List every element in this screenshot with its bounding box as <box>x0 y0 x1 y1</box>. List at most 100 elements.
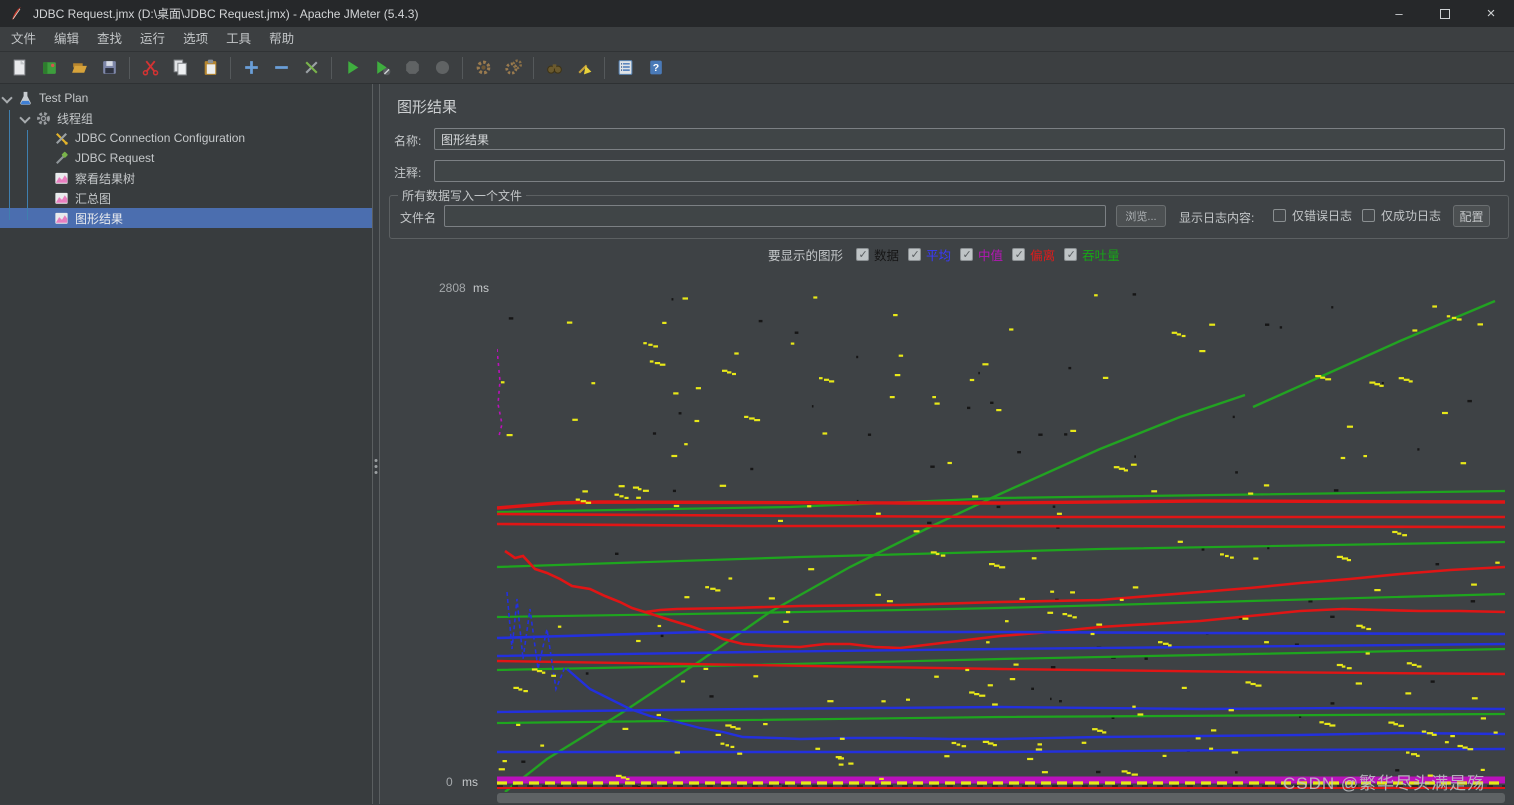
series-throughput-ramp-a <box>505 395 1245 792</box>
series-throughput-ramp-b <box>1253 301 1495 407</box>
title-bar: JDBC Request.jmx (D:\桌面\JDBC Request.jmx… <box>0 0 1514 27</box>
write-results-groupbox: 所有数据写入一个文件 文件名 浏览... 显示日志内容: 仅错误日志 仅成功日志… <box>389 195 1509 239</box>
copy-icon[interactable] <box>167 55 193 81</box>
name-input[interactable] <box>434 128 1505 150</box>
splitter-grip-icon[interactable] <box>375 459 378 474</box>
graph-results-panel: 图形结果 名称: 注释: 所有数据写入一个文件 文件名 浏览... 显示日志内容… <box>380 84 1514 804</box>
tree-item-察看结果树[interactable]: 察看结果树 <box>0 168 372 188</box>
tree-item-线程组[interactable]: 线程组 <box>0 108 372 128</box>
stop-icon[interactable] <box>399 55 425 81</box>
templates-icon[interactable] <box>36 55 62 81</box>
graph-checkbox-偏离[interactable] <box>1012 248 1025 261</box>
graph-checkbox-中值[interactable] <box>960 248 973 261</box>
tree-item-JDBC-Connection-Configuration[interactable]: JDBC Connection Configuration <box>0 128 372 148</box>
results-graph <box>497 286 1505 792</box>
start-icon[interactable] <box>339 55 365 81</box>
toolbar: ? <box>0 52 1514 84</box>
filename-input[interactable] <box>444 205 1106 227</box>
chevron-down-icon[interactable] <box>20 114 29 123</box>
graphs-to-display-row: 要显示的图形数据平均中值偏离吞吐量 <box>768 245 1120 264</box>
start-no-timers-icon[interactable] <box>369 55 395 81</box>
series-deviation-2 <box>497 514 1505 517</box>
tree-item-Test-Plan[interactable]: Test Plan <box>0 88 372 108</box>
subtract-icon[interactable] <box>268 55 294 81</box>
log-content-label: 显示日志内容: <box>1179 209 1254 226</box>
series-average-2 <box>497 644 1505 656</box>
browse-button[interactable]: 浏览... <box>1116 205 1166 227</box>
series-median-spikes <box>497 349 502 436</box>
toggle-icon[interactable] <box>298 55 324 81</box>
listener-icon <box>53 170 70 187</box>
new-file-icon[interactable] <box>6 55 32 81</box>
tree-item-label: 线程组 <box>57 110 93 127</box>
graph-checkbox-数据[interactable] <box>856 248 869 261</box>
close-icon[interactable]: × <box>1468 0 1514 27</box>
groupbox-title: 所有数据写入一个文件 <box>398 187 526 204</box>
name-label: 名称: <box>394 132 421 149</box>
clear-all-icon[interactable] <box>500 55 526 81</box>
tree-item-label: Test Plan <box>39 91 88 105</box>
cut-icon[interactable] <box>137 55 163 81</box>
function-helper-icon[interactable] <box>612 55 638 81</box>
graph-checkbox-吞吐量[interactable] <box>1064 248 1077 261</box>
svg-text:?: ? <box>652 62 658 74</box>
graph-option-label: 偏离 <box>1030 245 1055 264</box>
menu-item-3[interactable]: 运行 <box>131 27 174 51</box>
toolbar-separator <box>462 57 463 79</box>
tree-item-JDBC-Request[interactable]: JDBC Request <box>0 148 372 168</box>
tree-item-汇总图[interactable]: 汇总图 <box>0 188 372 208</box>
series-average-falling-curve <box>567 669 1505 739</box>
series-throughput-flat-2 <box>497 542 1505 567</box>
log-checkbox-label: 仅成功日志 <box>1381 207 1441 224</box>
chevron-down-icon[interactable] <box>2 94 11 103</box>
menu-item-5[interactable]: 工具 <box>217 27 260 51</box>
tree-guide-line <box>27 130 28 220</box>
graph-checkbox-平均[interactable] <box>908 248 921 261</box>
clear-search-icon[interactable] <box>571 55 597 81</box>
graph-option-2: 中值 <box>960 245 1003 264</box>
series-deviation-1 <box>497 501 1505 508</box>
configure-button[interactable]: 配置 <box>1453 205 1490 227</box>
log-option-0: 仅错误日志 <box>1273 207 1352 224</box>
shutdown-icon[interactable] <box>429 55 455 81</box>
graph-scrollbar[interactable] <box>497 793 1505 803</box>
menu-item-4[interactable]: 选项 <box>174 27 217 51</box>
paste-icon[interactable] <box>197 55 223 81</box>
menu-item-6[interactable]: 帮助 <box>260 27 303 51</box>
log-checkbox-1[interactable] <box>1362 209 1375 222</box>
save-icon[interactable] <box>96 55 122 81</box>
series-throughput-flat-4 <box>497 649 1505 670</box>
maximize-icon[interactable] <box>1422 0 1468 27</box>
filename-label: 文件名 <box>400 209 436 226</box>
comment-label: 注释: <box>394 164 421 181</box>
tree-item-图形结果[interactable]: 图形结果 <box>0 208 372 228</box>
graph-option-1: 平均 <box>908 245 951 264</box>
log-checkbox-0[interactable] <box>1273 209 1286 222</box>
open-file-icon[interactable] <box>66 55 92 81</box>
tree-item-label: JDBC Connection Configuration <box>75 131 245 145</box>
menu-item-2[interactable]: 查找 <box>88 27 131 51</box>
toolbar-separator <box>331 57 332 79</box>
help-icon[interactable]: ? <box>642 55 668 81</box>
menu-item-0[interactable]: 文件 <box>2 27 45 51</box>
minimize-icon[interactable]: – <box>1376 0 1422 27</box>
series-deviation-3 <box>497 524 1505 527</box>
comment-input[interactable] <box>434 160 1505 182</box>
add-icon[interactable] <box>238 55 264 81</box>
listener-icon <box>53 190 70 207</box>
test-plan-tree: Test Plan 线程组 JDBC Connection Configuratio… <box>0 84 372 804</box>
panel-splitter[interactable] <box>372 84 380 804</box>
tree-item-label: JDBC Request <box>75 151 154 165</box>
search-icon[interactable] <box>541 55 567 81</box>
sampler-icon <box>53 150 70 167</box>
log-checkbox-label: 仅错误日志 <box>1292 207 1352 224</box>
watermark-text: CSDN @繁华尽头满是殇 <box>1283 769 1485 794</box>
tree-guide-line <box>9 110 10 220</box>
menu-item-1[interactable]: 编辑 <box>45 27 88 51</box>
clear-icon[interactable] <box>470 55 496 81</box>
toolbar-separator <box>230 57 231 79</box>
series-deviation-wavy <box>645 609 1505 648</box>
toolbar-separator <box>129 57 130 79</box>
tree-item-label: 汇总图 <box>75 190 111 207</box>
listener-icon <box>53 210 70 227</box>
